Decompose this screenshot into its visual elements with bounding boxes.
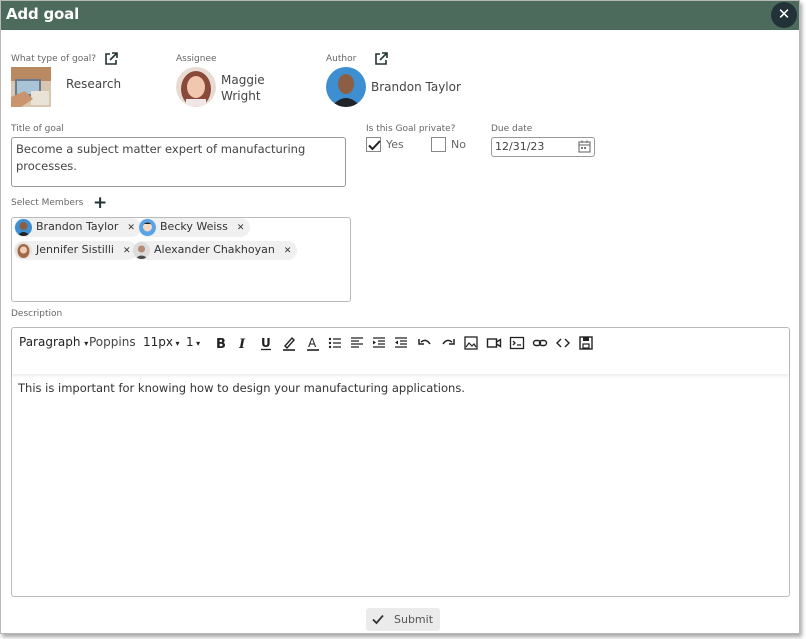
dialog-title: Add goal bbox=[6, 5, 80, 23]
font-size-dropdown[interactable]: 11px ▾ bbox=[143, 335, 180, 349]
private-yes-checkbox[interactable] bbox=[366, 137, 381, 152]
outdent-icon[interactable] bbox=[393, 335, 409, 351]
image-icon[interactable] bbox=[463, 335, 479, 351]
research-thumbnail bbox=[11, 67, 51, 107]
svg-text:A: A bbox=[308, 336, 317, 350]
dialog-titlebar: Add goal ✕ bbox=[1, 1, 799, 30]
goal-type-label: What type of goal? bbox=[11, 54, 97, 64]
close-button[interactable]: ✕ bbox=[771, 2, 797, 28]
editor-toolbar: Paragraph ▾ Poppins 11px ▾ 1 ▾ B I U A bbox=[12, 328, 789, 374]
description-editor[interactable]: Paragraph ▾ Poppins 11px ▾ 1 ▾ B I U A T… bbox=[11, 327, 790, 597]
assignee-first-name: Maggie bbox=[221, 73, 265, 87]
indent-icon[interactable] bbox=[371, 335, 387, 351]
description-content[interactable]: This is important for knowing how to des… bbox=[18, 381, 465, 395]
bullet-list-icon[interactable] bbox=[327, 335, 343, 351]
calendar-icon[interactable] bbox=[578, 140, 591, 153]
select-members-label: Select Members bbox=[11, 198, 84, 208]
remove-member-icon[interactable]: ✕ bbox=[237, 223, 245, 233]
remove-member-icon[interactable]: ✕ bbox=[123, 246, 131, 256]
author-name: Brandon Taylor bbox=[371, 80, 461, 94]
save-icon[interactable] bbox=[578, 335, 594, 351]
member-avatar bbox=[133, 242, 150, 259]
external-link-icon[interactable] bbox=[374, 52, 388, 66]
member-chip: Jennifer Sistilli ✕ bbox=[14, 241, 137, 260]
check-icon bbox=[368, 140, 381, 151]
add-member-button[interactable]: + bbox=[93, 193, 107, 213]
code-icon[interactable] bbox=[555, 335, 571, 351]
member-avatar bbox=[15, 242, 32, 259]
submit-button[interactable]: Submit bbox=[366, 608, 440, 631]
line-height-dropdown[interactable]: 1 ▾ bbox=[186, 335, 200, 349]
author-avatar bbox=[326, 67, 366, 107]
chevron-down-icon: ▾ bbox=[193, 339, 201, 348]
member-chip: Becky Weiss ✕ bbox=[138, 218, 251, 237]
font-size-value: 11px bbox=[143, 335, 173, 349]
title-of-goal-label: Title of goal bbox=[11, 124, 64, 134]
block-format-value: Paragraph bbox=[19, 335, 81, 349]
undo-icon[interactable] bbox=[417, 335, 433, 351]
add-goal-dialog: Add goal ✕ What type of goal? Research A… bbox=[0, 0, 800, 634]
underline-icon[interactable]: U bbox=[258, 335, 274, 351]
chevron-down-icon: ▾ bbox=[173, 339, 180, 348]
member-avatar bbox=[15, 219, 32, 236]
member-name: Jennifer Sistilli bbox=[36, 243, 114, 256]
font-family-dropdown[interactable]: Poppins bbox=[89, 335, 136, 349]
due-date-input[interactable]: 12/31/23 bbox=[491, 137, 595, 157]
submit-label: Submit bbox=[394, 613, 434, 626]
private-yes-label: Yes bbox=[386, 138, 404, 151]
redo-icon[interactable] bbox=[440, 335, 456, 351]
member-avatar bbox=[139, 219, 156, 236]
check-icon bbox=[372, 614, 384, 625]
members-box[interactable]: Brandon Taylor ✕ Becky Weiss ✕ Jennifer Si… bbox=[11, 217, 351, 302]
remove-member-icon[interactable]: ✕ bbox=[284, 246, 292, 256]
due-date-value: 12/31/23 bbox=[495, 140, 545, 153]
italic-icon[interactable]: I bbox=[235, 335, 251, 351]
private-no-checkbox[interactable] bbox=[431, 137, 446, 152]
author-label: Author bbox=[326, 54, 357, 64]
external-link-icon[interactable] bbox=[104, 52, 118, 66]
assignee-name: Maggie Wright bbox=[221, 72, 265, 104]
member-name: Becky Weiss bbox=[160, 220, 228, 233]
video-icon[interactable] bbox=[486, 335, 502, 351]
remove-member-icon[interactable]: ✕ bbox=[127, 223, 135, 233]
due-date-label: Due date bbox=[491, 124, 533, 134]
align-left-icon[interactable] bbox=[349, 335, 365, 351]
svg-text:I: I bbox=[238, 337, 246, 351]
link-icon[interactable] bbox=[532, 335, 548, 351]
line-height-value: 1 bbox=[186, 335, 194, 349]
member-name: Alexander Chakhoyan bbox=[154, 243, 275, 256]
description-label: Description bbox=[11, 309, 63, 319]
goal-type-value: Research bbox=[66, 77, 122, 91]
assignee-last-name: Wright bbox=[221, 89, 261, 103]
block-format-dropdown[interactable]: Paragraph ▾ bbox=[19, 335, 88, 349]
highlight-icon[interactable] bbox=[281, 335, 297, 351]
chevron-down-icon: ▾ bbox=[84, 339, 89, 348]
svg-text:U: U bbox=[261, 336, 271, 350]
member-name: Brandon Taylor bbox=[36, 220, 119, 233]
member-chip: Alexander Chakhoyan ✕ bbox=[132, 241, 298, 260]
assignee-label: Assignee bbox=[176, 54, 217, 64]
title-of-goal-input[interactable] bbox=[11, 137, 346, 187]
privacy-label: Is this Goal private? bbox=[366, 124, 456, 134]
text-color-icon[interactable]: A bbox=[305, 335, 321, 351]
private-no-label: No bbox=[451, 138, 466, 151]
svg-text:B: B bbox=[216, 337, 226, 351]
assignee-avatar bbox=[176, 67, 216, 107]
embed-icon[interactable] bbox=[509, 335, 525, 351]
member-chip: Brandon Taylor ✕ bbox=[14, 218, 141, 237]
bold-icon[interactable]: B bbox=[212, 335, 228, 351]
